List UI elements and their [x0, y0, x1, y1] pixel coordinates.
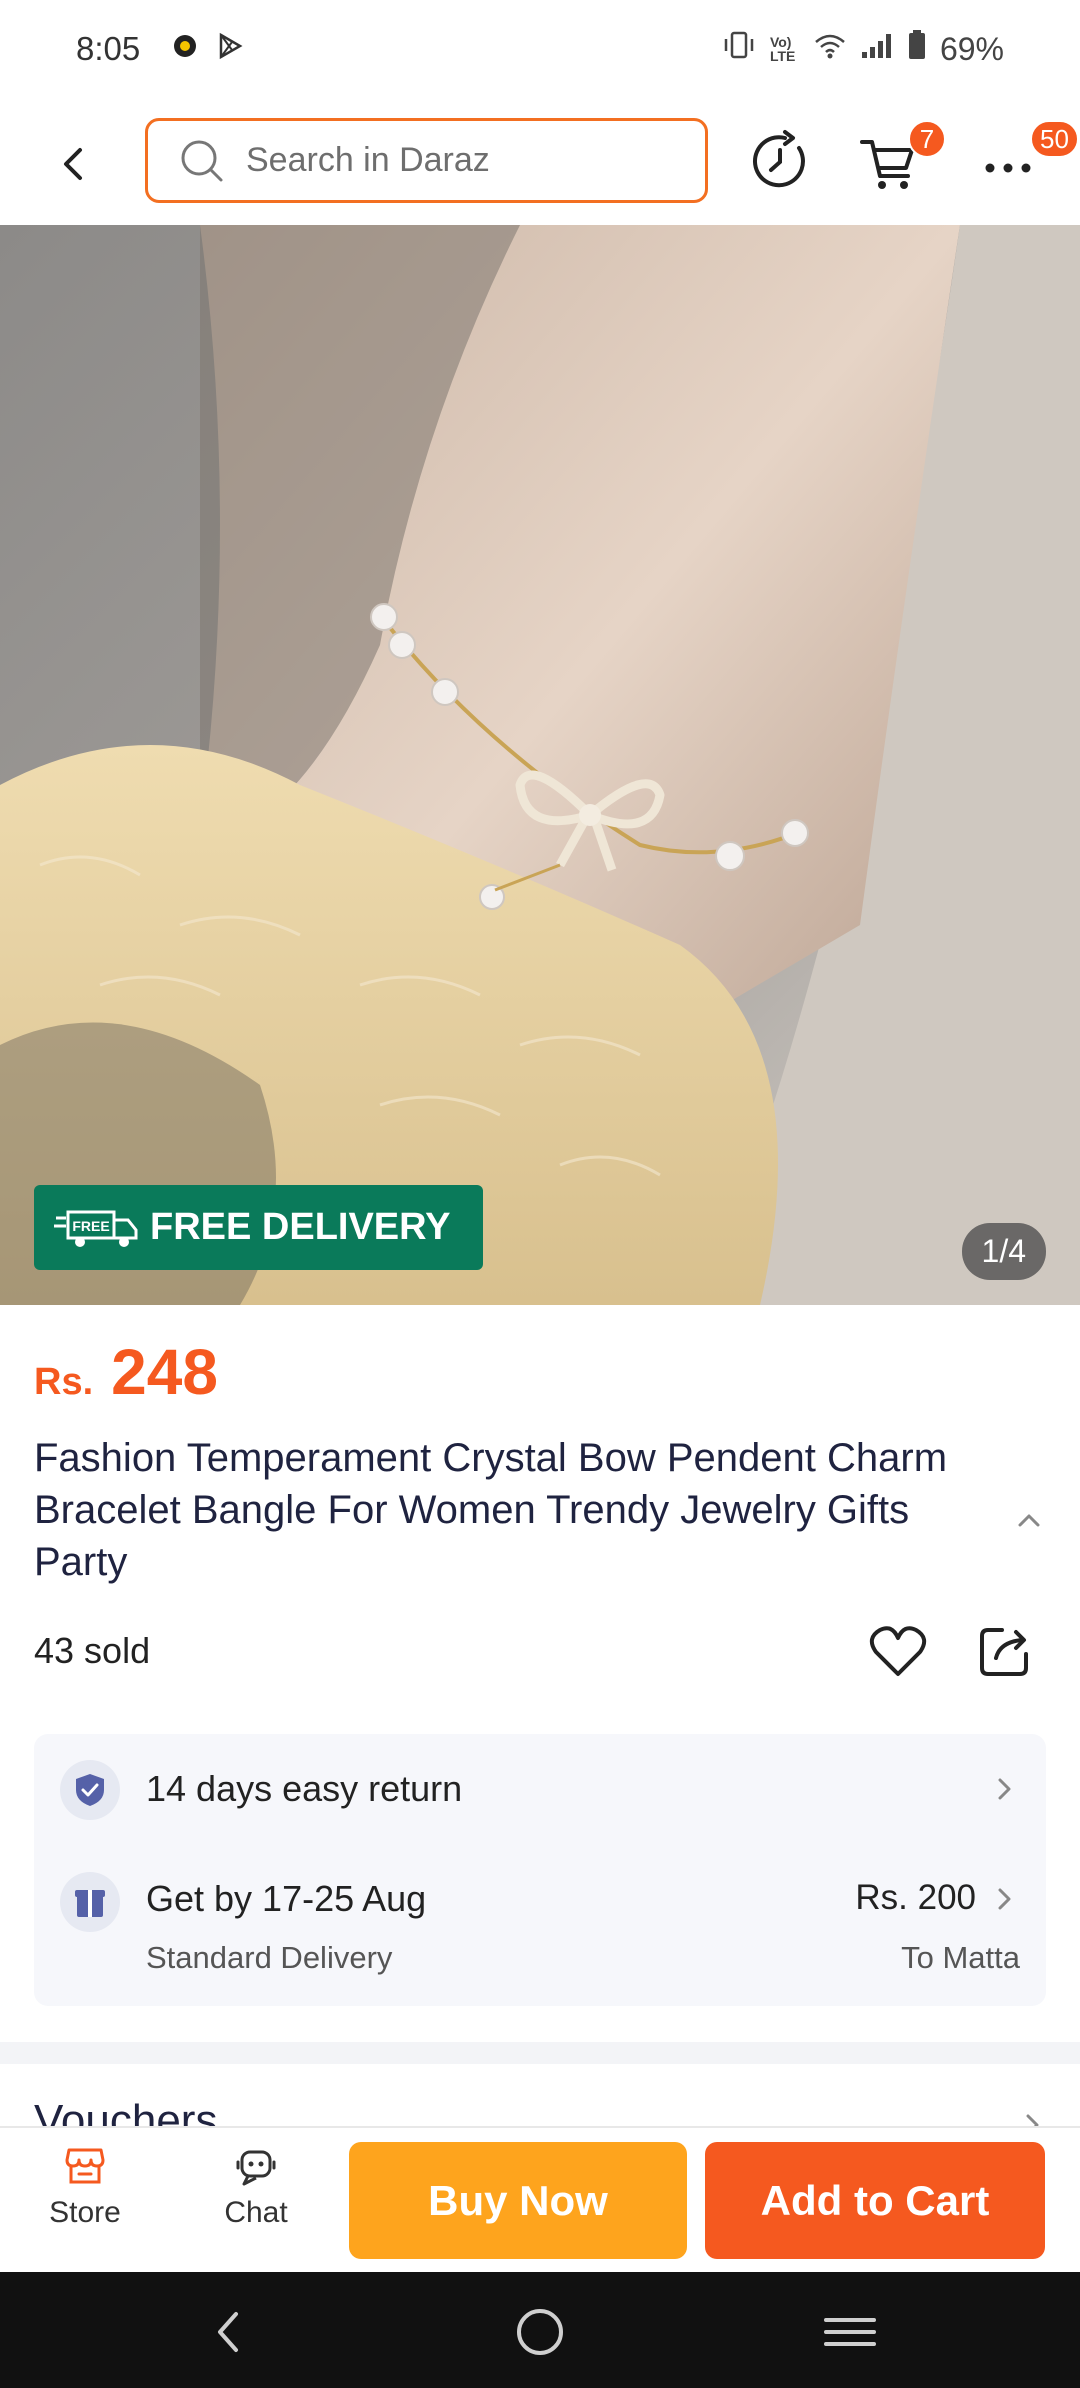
top-header: Search in Daraz 7 50	[0, 100, 1080, 225]
buy-now-button[interactable]: Buy Now	[349, 2142, 687, 2259]
notification-icon	[172, 33, 198, 64]
nav-recents-icon	[824, 2318, 876, 2346]
status-time: 8:05	[76, 30, 141, 67]
history-icon	[752, 130, 805, 188]
nav-home-icon	[517, 2309, 563, 2355]
system-nav-bar	[0, 2272, 1080, 2388]
cart-count-badge: 7	[908, 120, 946, 158]
store-button[interactable]: Store	[30, 2144, 140, 2230]
status-bar: 8:05 Vo) LTE 69%	[0, 0, 1080, 100]
wifi-icon	[814, 31, 846, 68]
signal-icon	[860, 31, 894, 68]
delivery-truck-icon: FREE	[54, 1210, 138, 1247]
chevron-right-icon	[994, 1774, 1016, 1804]
back-button[interactable]	[50, 140, 98, 188]
chevron-up-icon	[1018, 1514, 1040, 1527]
delivery-estimate: Get by 17-25 Aug	[146, 1878, 427, 1919]
nav-recents-button[interactable]	[820, 2302, 880, 2362]
store-label: Store	[49, 2196, 121, 2229]
nav-back-icon	[218, 2312, 238, 2352]
play-store-icon	[216, 32, 244, 65]
store-icon	[65, 2148, 105, 2184]
battery-percent: 69%	[939, 30, 1004, 67]
free-delivery-badge: FREE FREE DELIVERY	[34, 1185, 483, 1270]
return-policy-label: 14 days easy return	[146, 1768, 463, 1809]
cart-button[interactable]: 7	[858, 120, 946, 194]
chat-button[interactable]: Chat	[201, 2144, 311, 2230]
back-arrow-icon	[64, 148, 82, 180]
wishlist-button[interactable]	[868, 1622, 928, 1682]
image-pager: 1/4	[961, 1223, 1046, 1280]
product-title: Fashion Temperament Crystal Bow Pendent …	[34, 1436, 948, 1584]
free-delivery-label: FREE DELIVERY	[150, 1206, 451, 1248]
price-currency: Rs.	[34, 1361, 94, 1403]
title-collapse-button[interactable]	[1014, 1505, 1044, 1535]
product-price: Rs. 248	[34, 1335, 218, 1409]
search-input[interactable]: Search in Daraz	[145, 118, 708, 203]
price-value: 248	[111, 1336, 218, 1408]
share-button[interactable]	[978, 1622, 1034, 1678]
bottom-action-bar: Store Chat Buy Now Add to Cart	[0, 2126, 1080, 2272]
add-to-cart-button[interactable]: Add to Cart	[705, 2142, 1045, 2259]
messages-count-badge: 50	[1030, 120, 1079, 158]
product-image[interactable]: FREE FREE DELIVERY 1/4	[0, 225, 1080, 1305]
more-menu-button[interactable]: 50	[978, 120, 1079, 194]
service-card: 14 days easy return Get by 17-25 Aug Sta…	[34, 1734, 1046, 2006]
bracelet-photo	[0, 225, 1080, 1305]
free-tag-text: FREE	[72, 1218, 109, 1234]
delivery-box-icon	[60, 1872, 120, 1932]
chevron-right-icon	[994, 1884, 1016, 1914]
search-icon	[181, 140, 223, 181]
shield-icon	[60, 1760, 120, 1820]
section-divider	[0, 2042, 1080, 2064]
sold-count: 43 sold	[34, 1630, 151, 1671]
search-placeholder: Search in Daraz	[246, 141, 490, 179]
return-policy-row[interactable]: 14 days easy return	[34, 1734, 1046, 1846]
history-button[interactable]	[747, 128, 813, 194]
heart-icon	[869, 1626, 927, 1676]
battery-icon	[908, 30, 926, 68]
vouchers-heading[interactable]: Vouchers	[34, 2096, 217, 2126]
vibrate-icon	[722, 30, 756, 68]
chat-label: Chat	[224, 2196, 288, 2229]
delivery-row[interactable]: Get by 17-25 Aug Standard Delivery Rs. 2…	[34, 1846, 1046, 2006]
delivery-destination: To Matta	[901, 1940, 1020, 1975]
delivery-fee: Rs. 200	[855, 1878, 976, 1917]
volte-icon: Vo) LTE	[769, 34, 796, 64]
nav-home-button[interactable]	[510, 2302, 570, 2362]
share-icon	[980, 1628, 1028, 1676]
nav-back-button[interactable]	[198, 2302, 258, 2362]
chat-bot-icon	[236, 2150, 276, 2186]
delivery-type: Standard Delivery	[146, 1940, 393, 1975]
